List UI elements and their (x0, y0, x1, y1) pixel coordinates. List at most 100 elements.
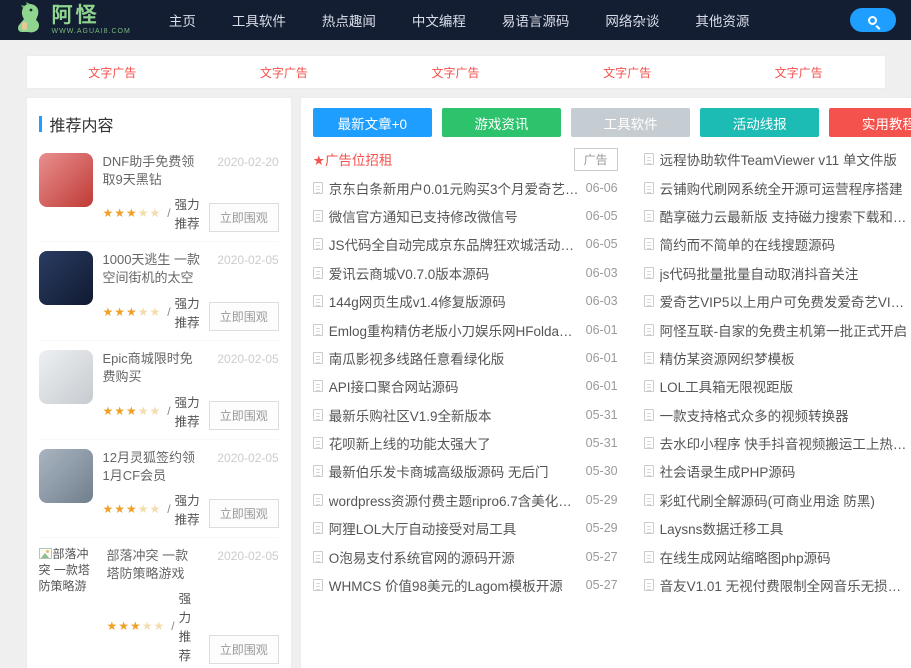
article-row[interactable]: 京东白条新用户0.01元购买3个月爱奇艺黄...06-06 (313, 173, 618, 201)
article-row[interactable]: 花呗新上线的功能太强大了05-31 (313, 429, 618, 457)
article-row[interactable]: Laysns数据迁移工具05-27 (644, 514, 911, 542)
recommend-label: 强力推荐 (175, 490, 201, 528)
category-tabs: 最新文章+0 游戏资讯工具软件活动线报实用教程 (313, 108, 911, 137)
search-button[interactable] (850, 8, 896, 32)
tab-button-4[interactable]: 活动线报 (700, 108, 819, 137)
watch-now-button[interactable]: 立即围观 (209, 401, 279, 430)
text-ad-link[interactable]: 文字广告 (431, 64, 479, 81)
article-row[interactable]: 阿怪互联-自家的免费主机第一批正式开启06-01 (644, 315, 911, 343)
watch-now-button[interactable]: 立即围观 (209, 635, 279, 664)
article-title: 花呗新上线的功能太强大了 (329, 433, 580, 453)
tab-button-5[interactable]: 实用教程 (829, 108, 911, 137)
article-row[interactable]: 远程协助软件TeamViewer v11 单文件版06-06 (644, 145, 911, 173)
recommended-item[interactable]: 12月灵狐签约领1月CF会员★★★★★/强力推荐2020-02-05立即围观 (39, 440, 279, 538)
article-date: 06-05 (586, 209, 618, 223)
tab-button-3[interactable]: 工具软件 (571, 108, 690, 137)
article-title: 最新乐购社区V1.9全新版本 (329, 405, 580, 425)
article-date: 06-01 (586, 379, 618, 393)
article-title: 酷享磁力云最新版 支持磁力搜索下载和一... (660, 206, 911, 226)
item-date: 2020-02-05 (217, 352, 278, 366)
article-row[interactable]: API接口聚合网站源码06-01 (313, 372, 618, 400)
article-title: 最新伯乐发卡商城高级版源码 无后门 (329, 461, 580, 481)
article-title: 阿怪互联-自家的免费主机第一批正式开启 (660, 320, 911, 340)
document-icon (313, 494, 323, 506)
nav-item-7[interactable]: 其他资源 (695, 10, 749, 30)
recommended-item[interactable]: 1000天逃生 一款空间街机的太空模拟经营游戏★★★★★/强力推荐2020-02… (39, 242, 279, 341)
article-row[interactable]: 社会语录生成PHP源码05-30 (644, 457, 911, 485)
text-ad-link[interactable]: 文字广告 (775, 64, 823, 81)
text-ad-link[interactable]: 文字广告 (603, 64, 651, 81)
nav-item-5[interactable]: 易语言源码 (502, 10, 570, 30)
article-row[interactable]: Emlog重构精仿老版小刀娱乐网HFoldao模...06-01 (313, 315, 618, 343)
article-row[interactable]: 爱讯云商城V0.7.0版本源码06-03 (313, 259, 618, 287)
article-row[interactable]: 一款支持格式众多的视频转换器05-31 (644, 401, 911, 429)
article-row[interactable]: 去水印小程序 快手抖音视频搬运工上热门...05-31 (644, 429, 911, 457)
text-ad-link[interactable]: 文字广告 (88, 64, 136, 81)
document-icon (313, 551, 323, 563)
article-row[interactable]: 彩虹代刷全解源码(可商业用途 防黑)05-29 (644, 486, 911, 514)
item-title: 部落冲突 一款塔防策略游戏 (107, 547, 201, 582)
watch-now-button[interactable]: 立即围观 (209, 499, 279, 528)
document-icon (644, 352, 654, 364)
article-row[interactable]: LOL工具箱无限视距版05-31 (644, 372, 911, 400)
broken-image-thumbnail: 部落冲突 一款塔防策略游 (39, 547, 97, 603)
top-navbar: 阿怪 WWW.AGUAI8.COM 主页 工具软件 热点趣闻 中文编程 易语言源码 网络杂… (0, 0, 911, 40)
site-logo[interactable]: 阿怪 WWW.AGUAI8.COM (16, 2, 131, 39)
item-rating: ★★★★★/强力推荐 (103, 194, 201, 232)
article-list-left: ★广告位招租广告京东白条新用户0.01元购买3个月爱奇艺黄...06-06微信官… (313, 145, 618, 599)
recommend-label: 强力推荐 (179, 588, 201, 664)
article-row[interactable]: 144g网页生成v1.4修复版源码 06-03 (313, 287, 618, 315)
article-row[interactable]: 音友V1.01 无视付费限制全网音乐无损免费...05-27 (644, 571, 911, 599)
article-title: 一款支持格式众多的视频转换器 (660, 405, 911, 425)
article-row[interactable]: 在线生成网站缩略图php源码05-27 (644, 542, 911, 570)
watch-now-button[interactable]: 立即围观 (209, 302, 279, 331)
article-row[interactable]: ★广告位招租广告 (313, 145, 618, 173)
watch-now-button[interactable]: 立即围观 (209, 203, 279, 232)
article-row[interactable]: WHMCS 价值98美元的Lagom模板开源05-27 (313, 571, 618, 599)
article-row[interactable]: js代码批量批量自动取消抖音关注06-03 (644, 259, 911, 287)
article-row[interactable]: 简约而不简单的在线搜题源码06-05 (644, 230, 911, 258)
article-title: 144g网页生成v1.4修复版源码 (329, 291, 580, 311)
article-row[interactable]: 最新乐购社区V1.9全新版本05-31 (313, 401, 618, 429)
item-rating: ★★★★★/强力推荐 (103, 293, 201, 331)
nav-item-4[interactable]: 中文编程 (412, 10, 466, 30)
article-row[interactable]: 精仿某资源网织梦模板06-01 (644, 344, 911, 372)
article-row[interactable]: O泡易支付系统官网的源码开源05-27 (313, 542, 618, 570)
nav-item-1[interactable]: 主页 (169, 10, 196, 30)
article-row[interactable]: 酷享磁力云最新版 支持磁力搜索下载和一...06-05 (644, 202, 911, 230)
article-row[interactable]: 南瓜影视多线路任意看绿化版06-01 (313, 344, 618, 372)
recommended-item[interactable]: DNF助手免费领取9天黑钻★★★★★/强力推荐2020-02-20立即围观 (39, 144, 279, 242)
article-row[interactable]: wordpress资源付费主题ripro6.7含美化包...05-29 (313, 486, 618, 514)
tab-button-1[interactable]: 最新文章+0 (313, 108, 432, 137)
nav-item-6[interactable]: 网络杂谈 (605, 10, 659, 30)
document-icon (313, 295, 323, 307)
recommended-item[interactable]: Epic商城限时免费购买《SUPERHOT》游戏★★★★★/强力推荐2020-0… (39, 341, 279, 440)
sidebar-title: 推荐内容 (50, 112, 114, 136)
article-row[interactable]: JS代码全自动完成京东品牌狂欢城活动任务06-05 (313, 230, 618, 258)
article-row[interactable]: 阿狸LOL大厅自动接受对局工具05-29 (313, 514, 618, 542)
article-row[interactable]: 最新伯乐发卡商城高级版源码 无后门 05-30 (313, 457, 618, 485)
rating-separator: / (167, 502, 170, 516)
article-date: 06-01 (586, 351, 618, 365)
article-title: 爱讯云商城V0.7.0版本源码 (329, 263, 580, 283)
site-domain: WWW.AGUAI8.COM (52, 28, 131, 35)
article-date: 06-03 (586, 294, 618, 308)
nav-item-3[interactable]: 热点趣闻 (322, 10, 376, 30)
article-title: 阿狸LOL大厅自动接受对局工具 (329, 518, 580, 538)
document-icon (644, 437, 654, 449)
item-side: 2020-02-20立即围观 (205, 153, 279, 232)
article-date: 05-30 (586, 464, 618, 478)
article-row[interactable]: 云铺购代刷网系统全开源可运营程序搭建06-06 (644, 173, 911, 201)
article-row[interactable]: 爱奇艺VIP5以上用户可免费发爱奇艺VIP红包06-01 (644, 287, 911, 315)
nav-item-2[interactable]: 工具软件 (232, 10, 286, 30)
recommended-item[interactable]: 部落冲突 一款塔防策略游部落冲突 一款塔防策略游戏★★★★★/强力推荐2020-… (39, 538, 279, 668)
item-info: 12月灵狐签约领1月CF会员★★★★★/强力推荐 (103, 449, 201, 528)
tab-button-2[interactable]: 游戏资讯 (442, 108, 561, 137)
article-title: 简约而不简单的在线搜题源码 (660, 234, 911, 254)
rating-separator: / (167, 206, 170, 220)
item-thumbnail (39, 449, 93, 503)
star-rating-filled-icons: ★★★ (103, 206, 138, 220)
article-row[interactable]: 微信官方通知已支持修改微信号06-05 (313, 202, 618, 230)
site-name: 阿怪 (52, 5, 131, 26)
text-ad-link[interactable]: 文字广告 (260, 64, 308, 81)
